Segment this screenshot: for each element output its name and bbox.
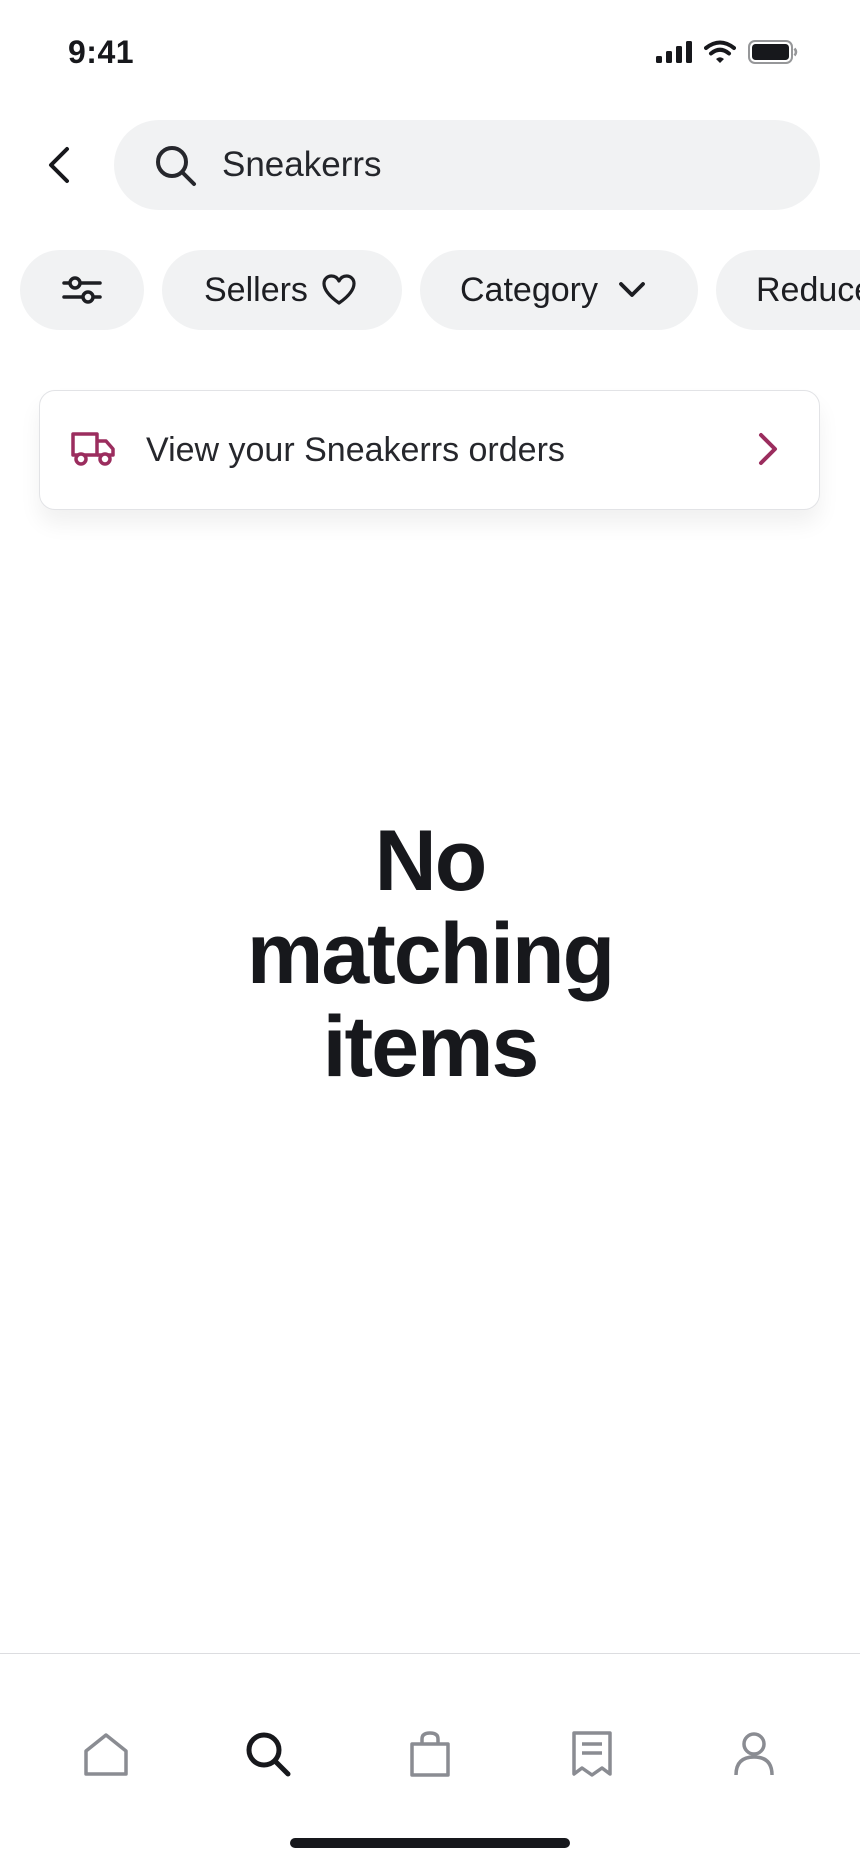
category-filter-chip[interactable]: Category <box>420 250 698 330</box>
view-orders-banner[interactable]: View your Sneakerrs orders <box>39 390 820 510</box>
home-indicator <box>290 1838 570 1848</box>
bottom-tab-bar <box>0 1653 860 1865</box>
profile-icon <box>734 1732 774 1776</box>
reduced-chip-label: Reduced <box>756 270 860 309</box>
chevron-right-icon <box>757 431 779 472</box>
empty-state-message: No matching items <box>0 815 860 1094</box>
reduced-filter-chip[interactable]: Reduced <box>716 250 860 330</box>
back-button[interactable] <box>30 130 88 200</box>
heart-icon <box>322 274 356 306</box>
tab-home[interactable] <box>66 1714 146 1794</box>
view-orders-label: View your Sneakerrs orders <box>146 431 565 469</box>
status-time: 9:41 <box>68 34 135 70</box>
tab-profile[interactable] <box>714 1714 794 1794</box>
search-input[interactable] <box>222 120 782 210</box>
receipt-icon <box>572 1731 612 1777</box>
filters-button[interactable] <box>20 250 144 330</box>
filter-chips: Sellers Category Reduced <box>0 250 860 330</box>
truck-icon <box>70 431 116 472</box>
empty-state-line-3: items <box>322 999 540 1095</box>
search-icon <box>154 144 198 193</box>
bag-icon <box>410 1731 450 1777</box>
tab-search[interactable] <box>228 1714 308 1794</box>
chevron-left-icon <box>49 147 69 183</box>
sellers-filter-chip[interactable]: Sellers <box>162 250 402 330</box>
tab-bag[interactable] <box>390 1714 470 1794</box>
battery-icon <box>748 40 798 69</box>
status-icons <box>656 40 798 69</box>
empty-state-line-1: No <box>374 813 488 909</box>
home-icon <box>84 1733 128 1776</box>
search-field[interactable] <box>114 120 820 210</box>
signal-icon <box>656 41 692 68</box>
empty-state-line-2: matching <box>246 906 615 1002</box>
sellers-chip-label: Sellers <box>204 270 308 309</box>
category-chip-label: Category <box>460 270 598 309</box>
status-bar: 9:41 <box>0 0 860 110</box>
sliders-icon <box>62 276 102 304</box>
tab-orders[interactable] <box>552 1714 632 1794</box>
wifi-icon <box>704 40 736 69</box>
chevron-down-icon <box>618 281 646 299</box>
search-icon <box>246 1732 291 1777</box>
